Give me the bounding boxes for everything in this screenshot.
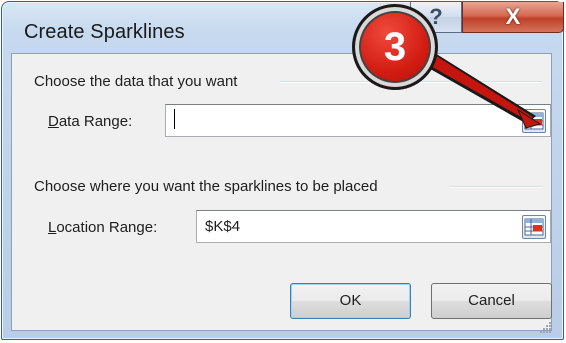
data-group-heading: Choose the data that you want bbox=[34, 73, 242, 90]
cancel-button[interactable]: Cancel bbox=[431, 283, 552, 319]
ok-button[interactable]: OK bbox=[290, 283, 411, 319]
close-button[interactable]: X bbox=[462, 2, 564, 33]
data-range-input[interactable] bbox=[165, 104, 551, 137]
location-range-input[interactable] bbox=[196, 210, 551, 243]
step-callout-badge: 3 bbox=[352, 4, 438, 90]
range-selector-icon bbox=[524, 112, 544, 130]
location-group-heading: Choose where you want the sparklines to … bbox=[34, 178, 382, 195]
location-range-label-rest: ocation Range: bbox=[56, 219, 158, 236]
step-number: 3 bbox=[383, 24, 407, 69]
resize-grip-icon[interactable] bbox=[538, 320, 552, 334]
location-group-divider bbox=[450, 186, 542, 188]
dialog-title: Create Sparklines bbox=[24, 21, 185, 43]
location-range-selector-button[interactable] bbox=[522, 215, 546, 239]
close-icon: X bbox=[505, 4, 521, 29]
data-range-label: Data Range: bbox=[48, 113, 132, 130]
data-range-label-mnemonic: D bbox=[48, 113, 59, 130]
text-caret bbox=[174, 109, 175, 129]
data-range-label-rest: ata Range: bbox=[58, 113, 133, 130]
location-range-label: Location Range: bbox=[48, 219, 157, 236]
range-selector-icon bbox=[524, 218, 544, 236]
data-range-selector-button[interactable] bbox=[522, 109, 546, 133]
